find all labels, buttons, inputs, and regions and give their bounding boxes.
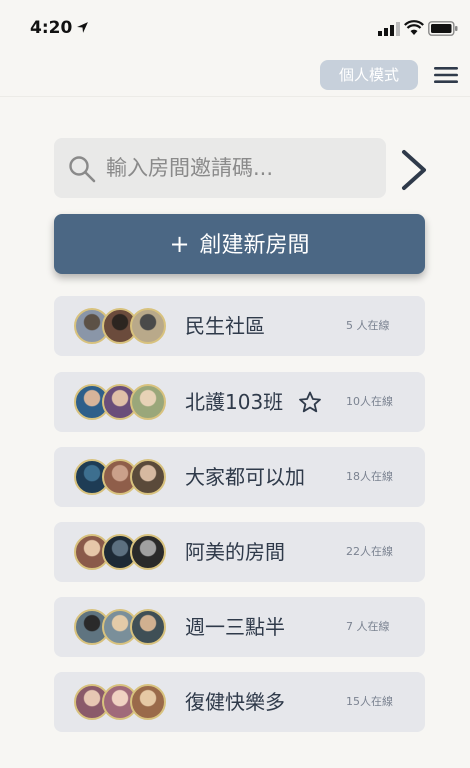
room-item[interactable]: 阿美的房間 22人在線: [54, 522, 425, 582]
create-room-label: 創建新房間: [199, 233, 310, 258]
cellular-signal-icon: [378, 22, 400, 36]
member-avatars: [74, 384, 174, 420]
personal-mode-button[interactable]: 個人模式: [320, 60, 418, 90]
room-name: 大家都可以加: [185, 465, 305, 489]
avatar: [130, 684, 166, 720]
avatar: [130, 459, 166, 495]
avatar: [130, 308, 166, 344]
create-room-button[interactable]: + 創建新房間: [54, 214, 425, 274]
room-name: 復健快樂多: [185, 690, 285, 714]
top-bar: 個人模式: [0, 56, 470, 97]
online-count: 5 人在線: [346, 319, 390, 332]
avatar: [130, 534, 166, 570]
online-count: 7 人在線: [346, 620, 390, 633]
wifi-icon: [404, 20, 424, 35]
avatar: [130, 609, 166, 645]
hamburger-menu-icon[interactable]: [434, 66, 458, 84]
online-count: 18人在線: [346, 470, 393, 483]
room-item[interactable]: 大家都可以加 18人在線: [54, 447, 425, 507]
status-bar: 4:20: [0, 0, 470, 56]
online-count: 15人在線: [346, 695, 393, 708]
invite-code-search-box: [54, 138, 386, 198]
member-avatars: [74, 534, 174, 570]
invite-code-input[interactable]: [106, 138, 376, 198]
member-avatars: [74, 308, 174, 344]
room-name: 北護103班: [185, 390, 284, 414]
chevron-right-icon[interactable]: [396, 148, 430, 192]
room-item[interactable]: 北護103班 10人在線: [54, 372, 425, 432]
member-avatars: [74, 459, 174, 495]
online-count: 10人在線: [346, 395, 393, 408]
room-name: 週一三點半: [185, 615, 285, 639]
avatar: [130, 384, 166, 420]
search-icon: [69, 156, 96, 183]
room-item[interactable]: 復健快樂多 15人在線: [54, 672, 425, 732]
plus-icon: +: [169, 230, 190, 258]
room-item[interactable]: 民生社區 5 人在線: [54, 296, 425, 356]
member-avatars: [74, 684, 174, 720]
member-avatars: [74, 609, 174, 645]
location-arrow-icon: [77, 22, 88, 33]
status-time: 4:20: [30, 18, 73, 38]
online-count: 22人在線: [346, 545, 393, 558]
room-item[interactable]: 週一三點半 7 人在線: [54, 597, 425, 657]
star-icon[interactable]: [298, 391, 322, 413]
room-name: 民生社區: [185, 314, 265, 338]
battery-icon: [428, 21, 458, 36]
room-name: 阿美的房間: [185, 540, 285, 564]
